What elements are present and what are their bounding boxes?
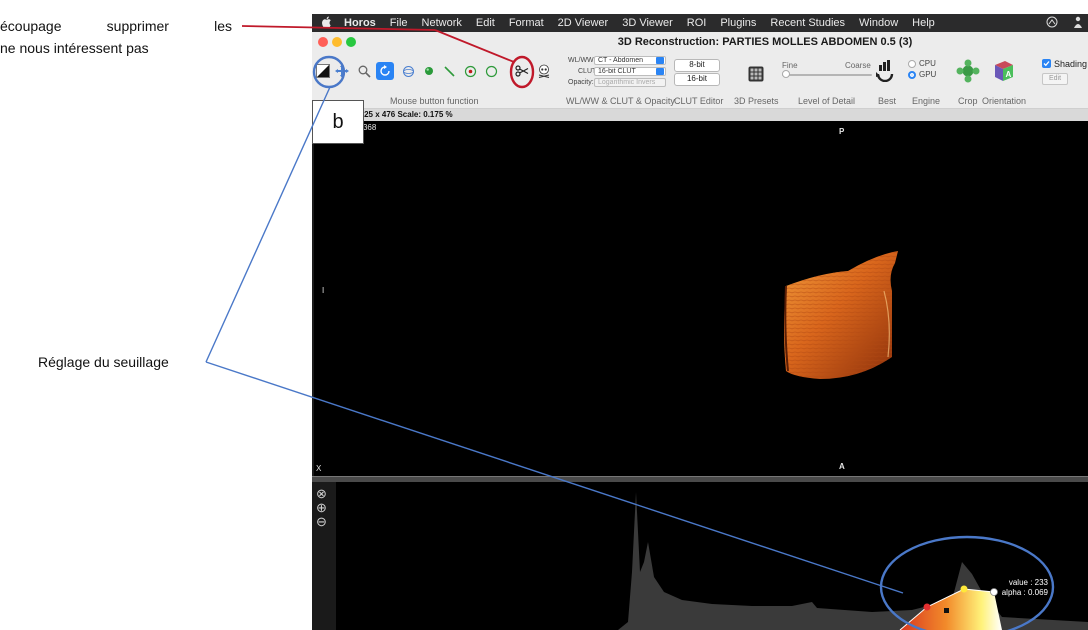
- menu-recent-studies[interactable]: Recent Studies: [770, 17, 845, 29]
- section-3d-presets: 3D Presets: [734, 96, 779, 106]
- rotate-tool-icon[interactable]: [376, 62, 394, 80]
- 3d-viewport[interactable]: WL: 49 WW: 368 P I A X: [314, 121, 1088, 476]
- clut-value: 16-bit CLUT: [598, 68, 636, 75]
- level-of-detail-slider[interactable]: [782, 70, 872, 78]
- orientation-label-left: I: [322, 286, 325, 295]
- menu-edit[interactable]: Edit: [476, 17, 495, 29]
- menu-2d-viewer[interactable]: 2D Viewer: [558, 17, 609, 29]
- orientation-label-bottom: A: [839, 462, 845, 471]
- horos-app-window: Horos File Network Edit Format 2D Viewer…: [312, 14, 1088, 630]
- wlww-value: CT - Abdomen: [598, 57, 644, 64]
- orientation-label-top: P: [839, 127, 845, 136]
- threshold-tool-icon[interactable]: [315, 63, 331, 79]
- rotate-3d-tool-icon[interactable]: [400, 63, 416, 79]
- wlww-dropdown[interactable]: CT - Abdomen: [594, 56, 666, 65]
- section-wlww-clut-opacity: WL/WW & CLUT & Opacity: [566, 96, 675, 106]
- gpu-radio[interactable]: [908, 71, 916, 79]
- clut-point-selected[interactable]: [944, 608, 949, 613]
- menu-app-name[interactable]: Horos: [344, 17, 376, 29]
- clut-dropdown[interactable]: 16-bit CLUT: [594, 67, 666, 76]
- annotation-threshold-text: Réglage du seuillage: [38, 354, 169, 370]
- annotation-cutting-text-line2: ne nous intéressent pas: [0, 40, 149, 56]
- window-title: 3D Reconstruction: PARTIES MOLLES ABDOME…: [617, 36, 913, 48]
- point-tool-icon[interactable]: [462, 63, 478, 79]
- window-title-bar: 3D Reconstruction: PARTIES MOLLES ABDOME…: [312, 32, 1088, 52]
- 16-bit-button[interactable]: 16-bit: [674, 73, 720, 86]
- clut-value-readout: value : 233: [1008, 578, 1048, 587]
- clut-point-white[interactable]: [990, 588, 998, 596]
- menubar-tray: [1046, 16, 1082, 31]
- opacity-value: Logarithmic Invers: [598, 79, 656, 86]
- svg-text:A: A: [1006, 70, 1012, 79]
- histogram-chart: [618, 492, 1088, 630]
- wlww-label: WL/WW:: [568, 57, 596, 64]
- apple-icon[interactable]: [322, 16, 336, 31]
- clut-histogram-panel[interactable]: ⊗ ⊕ ⊖ value : 233 alpha : 0.069: [312, 482, 1088, 630]
- clut-point-yellow[interactable]: [960, 585, 968, 593]
- section-crop: Crop: [958, 96, 978, 106]
- best-render-icon[interactable]: [874, 60, 896, 82]
- figure-label-b: b: [312, 100, 364, 144]
- level-of-detail-knob[interactable]: [782, 70, 790, 78]
- menu-format[interactable]: Format: [509, 17, 544, 29]
- airplay-icon[interactable]: [1046, 16, 1058, 31]
- section-clut-editor: CLUT Editor: [674, 96, 724, 106]
- section-orientation: Orientation: [982, 96, 1027, 106]
- cpu-label: CPU: [919, 59, 936, 68]
- menu-network[interactable]: Network: [422, 17, 462, 29]
- opacity-label: Opacity:: [568, 79, 594, 86]
- coarse-label: Coarse: [845, 61, 871, 70]
- clut-alpha-readout: alpha : 0.069: [1001, 588, 1048, 597]
- crop-icon[interactable]: [956, 59, 980, 83]
- 8-bit-button[interactable]: 8-bit: [674, 59, 720, 72]
- menu-roi[interactable]: ROI: [687, 17, 707, 29]
- shading-label: Shading: [1054, 59, 1088, 69]
- section-mouse-button-function: Mouse button function: [390, 96, 479, 106]
- corner-label: X: [316, 464, 322, 473]
- volume-rendering: [784, 251, 898, 379]
- 3d-presets-grid-icon[interactable]: [748, 66, 764, 82]
- clut-point-red[interactable]: [923, 603, 931, 611]
- shading-edit-button[interactable]: Edit: [1042, 73, 1068, 85]
- oval-tool-icon[interactable]: [483, 63, 499, 79]
- view-size-status: View Size: 1425 x 476 Scale: 0.175 %: [312, 109, 1088, 121]
- toolbar: Mouse button function WL/WW: CT - Abdome…: [312, 52, 1088, 109]
- skull-icon[interactable]: [536, 63, 552, 79]
- move-tool-icon[interactable]: [334, 63, 350, 79]
- gpu-label: GPU: [919, 70, 937, 79]
- annotation-cutting-text-line1: écoupage supprimer les: [0, 18, 232, 34]
- shading-checkbox[interactable]: [1042, 59, 1051, 68]
- section-engine: Engine: [912, 96, 941, 106]
- menu-window[interactable]: Window: [859, 17, 898, 29]
- section-level-of-detail: Level of Detail: [798, 96, 856, 106]
- menu-plugins[interactable]: Plugins: [720, 17, 756, 29]
- menu-help[interactable]: Help: [912, 17, 935, 29]
- user-icon[interactable]: [1074, 16, 1082, 31]
- cpu-radio[interactable]: [908, 60, 916, 68]
- menu-bar: Horos File Network Edit Format 2D Viewer…: [312, 14, 1088, 32]
- zoom-tool-icon[interactable]: [356, 63, 372, 79]
- menu-file[interactable]: File: [390, 17, 408, 29]
- fine-label: Fine: [782, 61, 798, 70]
- opacity-dropdown[interactable]: Logarithmic Invers: [594, 78, 666, 87]
- section-best: Best: [878, 96, 897, 106]
- length-tool-icon[interactable]: [441, 63, 457, 79]
- sphere-tool-icon[interactable]: [421, 63, 437, 79]
- menu-3d-viewer[interactable]: 3D Viewer: [622, 17, 673, 29]
- orientation-cube-icon[interactable]: A: [992, 59, 1016, 83]
- scissors-icon[interactable]: [514, 63, 530, 79]
